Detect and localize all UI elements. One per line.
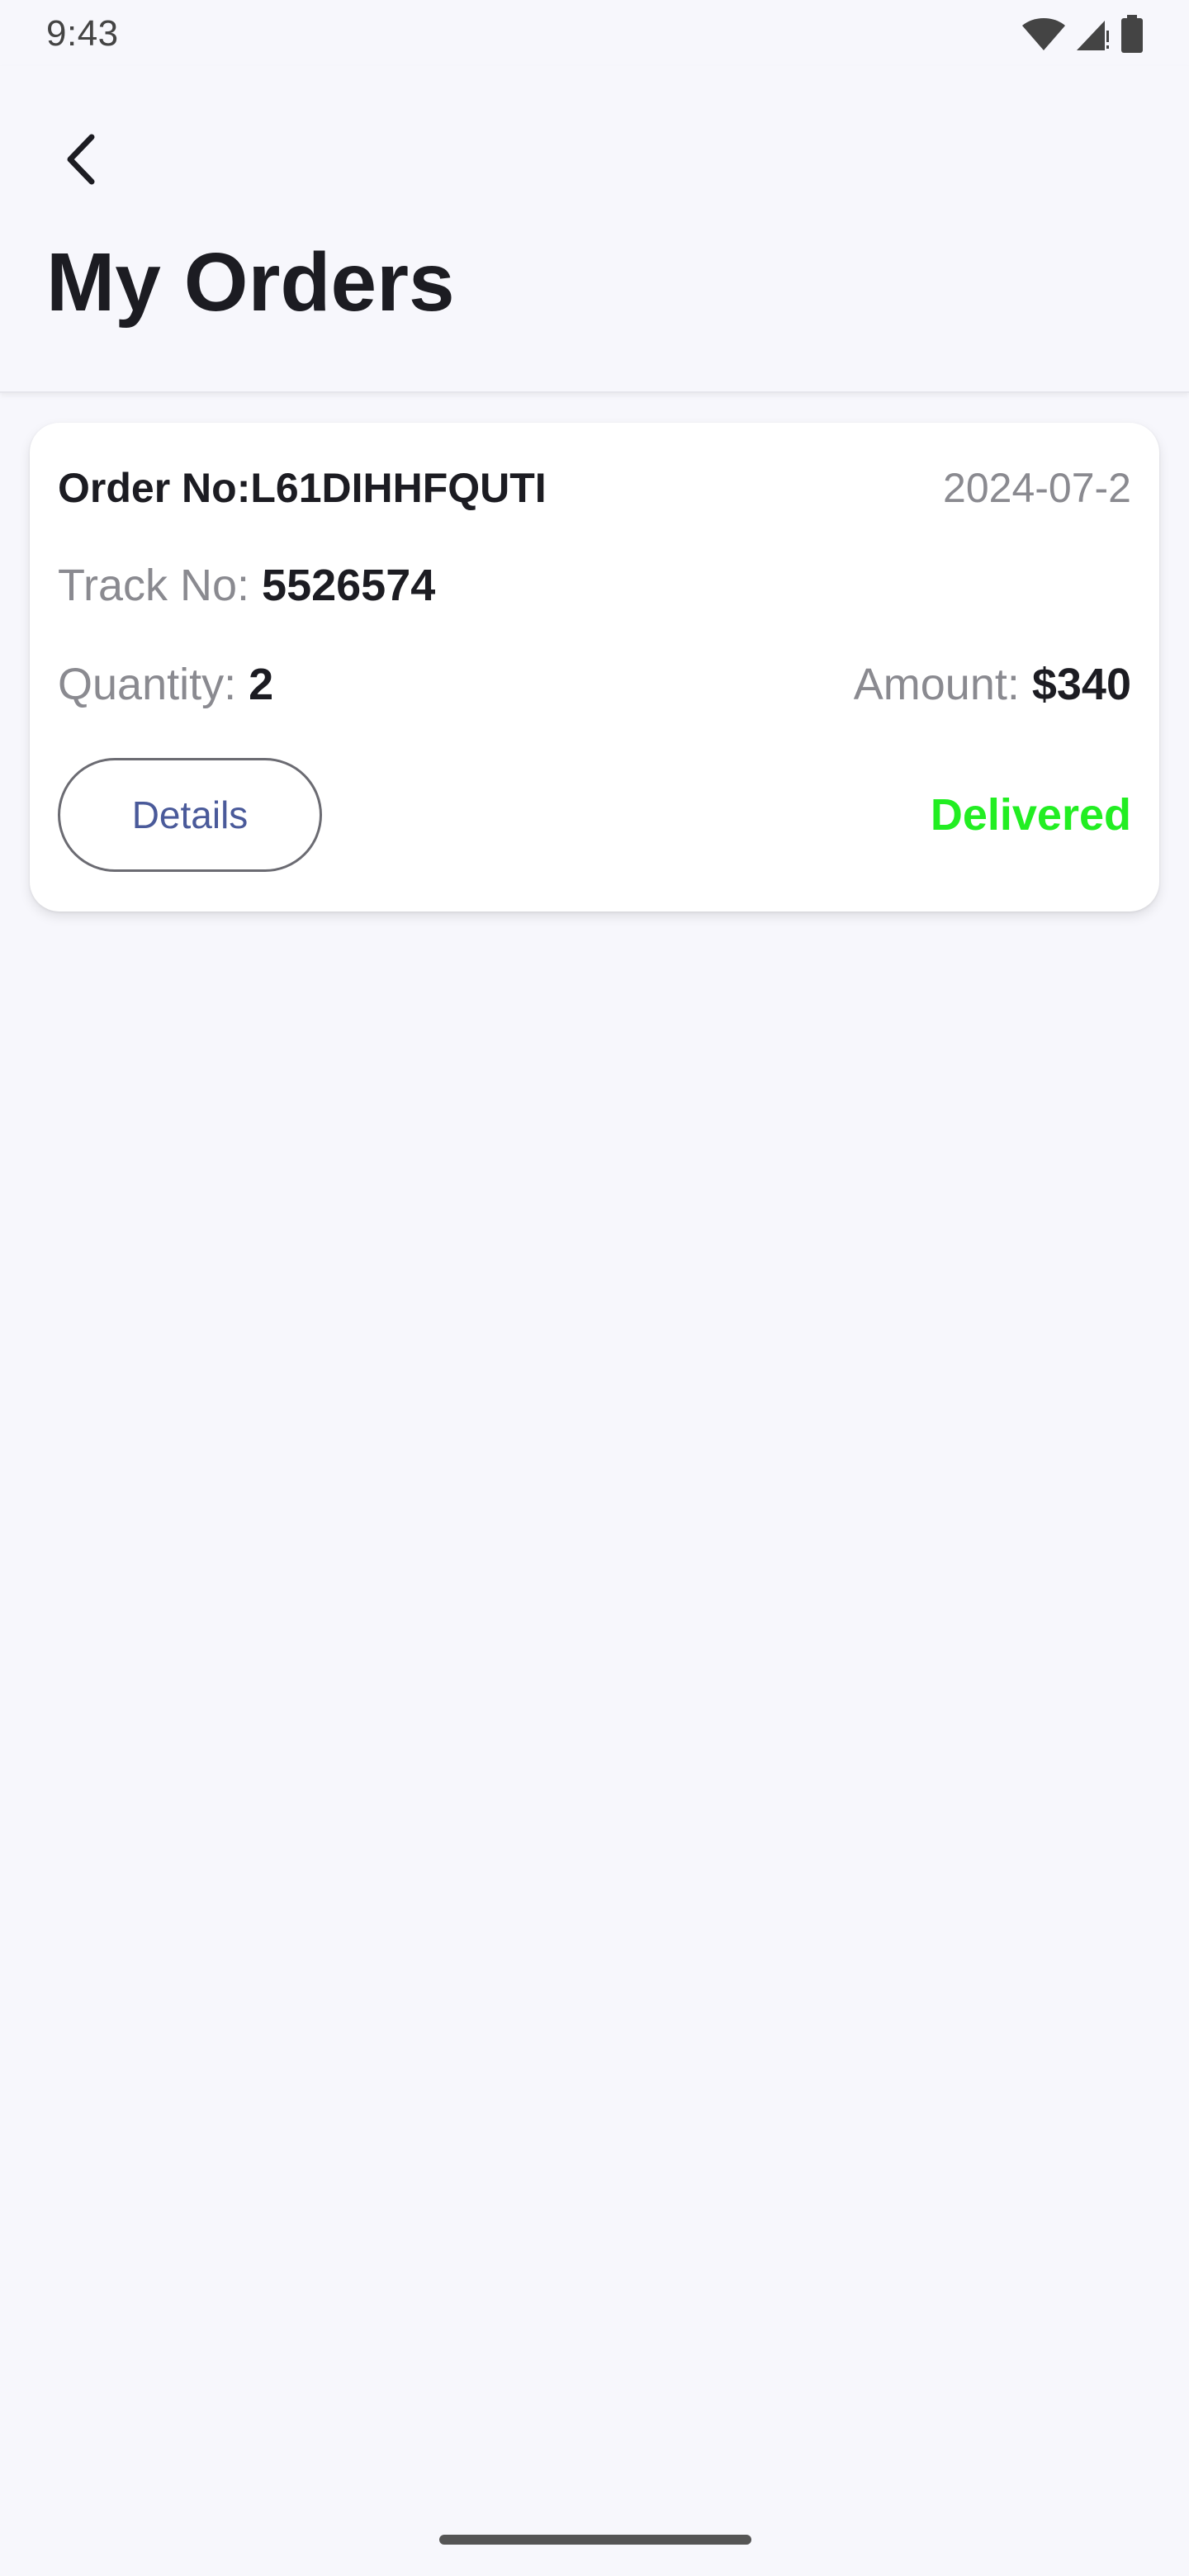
quantity-label: Quantity:: [58, 660, 249, 709]
signal-icon: [1075, 16, 1111, 52]
battery-icon: [1120, 15, 1144, 53]
amount-label: Amount:: [853, 660, 1032, 709]
back-button[interactable]: [43, 124, 117, 198]
wifi-icon: [1021, 16, 1067, 52]
status-badge: Delivered: [930, 790, 1131, 840]
page-title: My Orders: [46, 236, 455, 329]
home-indicator[interactable]: [439, 2535, 751, 2545]
quantity-row: Quantity: 2: [58, 659, 273, 710]
amount-value: $340: [1031, 660, 1131, 709]
chevron-left-icon: [55, 130, 105, 192]
details-button[interactable]: Details: [58, 758, 322, 872]
order-card: Order No:L61DIHHFQUTI 2024-07-2 Track No…: [30, 423, 1159, 912]
app-header: My Orders: [0, 66, 1189, 393]
order-number: Order No:L61DIHHFQUTI: [58, 465, 547, 511]
track-row: Track No: 5526574: [58, 560, 435, 611]
my-orders-screen: 9:43 My Orders Order No:L61DIHHFQUTI 202…: [0, 0, 1189, 2576]
quantity-value: 2: [249, 660, 274, 709]
order-date: 2024-07-2: [943, 465, 1131, 511]
status-time: 9:43: [46, 13, 119, 54]
status-bar: 9:43: [0, 0, 1189, 66]
amount-row: Amount: $340: [854, 659, 1131, 710]
status-icons: [1021, 15, 1144, 53]
track-value: 5526574: [262, 561, 436, 610]
track-label: Track No:: [58, 561, 263, 610]
